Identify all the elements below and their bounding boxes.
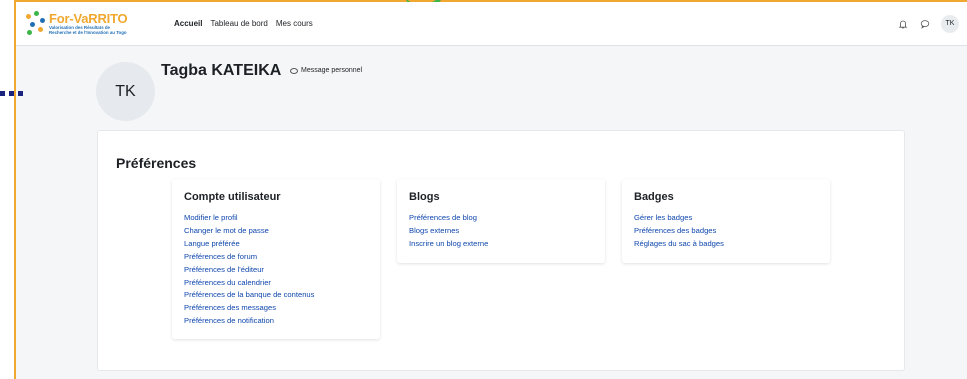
link-preferences-forum[interactable]: Préférences de forum <box>184 251 368 264</box>
logo-subtitle-2: Recherche et de l'Innovation au Togo <box>49 30 127 35</box>
section-heading: Compte utilisateur <box>184 191 281 203</box>
preferences-card: Préférences Compte utilisateur Modifier … <box>97 130 905 371</box>
user-avatar-menu[interactable]: TK <box>941 14 959 33</box>
link-preferences-calendrier[interactable]: Préférences du calendrier <box>184 277 368 290</box>
section-blogs: Blogs Préférences de blog Blogs externes… <box>397 179 605 263</box>
section-heading: Badges <box>634 191 674 203</box>
link-preferences-messages[interactable]: Préférences des messages <box>184 302 368 315</box>
profile-avatar: TK <box>96 62 155 121</box>
nav-link-mes-cours[interactable]: Mes cours <box>276 19 313 28</box>
logo-network-icon <box>24 10 46 38</box>
link-preferences-banque-contenus[interactable]: Préférences de la banque de contenus <box>184 289 368 302</box>
link-preferences-blog[interactable]: Préférences de blog <box>409 212 593 225</box>
chat-icon[interactable] <box>919 18 931 30</box>
link-inscrire-blog-externe[interactable]: Inscrire un blog externe <box>409 238 593 251</box>
nav-link-accueil[interactable]: Accueil <box>174 19 202 28</box>
section-heading: Blogs <box>409 191 440 203</box>
top-navbar: For-VaRRITO Valorisation des Résultats d… <box>16 2 967 46</box>
message-icon <box>290 67 298 74</box>
link-gerer-badges[interactable]: Gérer les badges <box>634 212 818 225</box>
page-title: Préférences <box>116 155 197 171</box>
nav-link-tableau-de-bord[interactable]: Tableau de bord <box>210 19 267 28</box>
link-preferences-notification[interactable]: Préférences de notification <box>184 315 368 328</box>
profile-name: Tagba KATEIKA <box>161 62 282 79</box>
link-reglages-sac-badges[interactable]: Réglages du sac à badges <box>634 238 818 251</box>
link-preferences-badges[interactable]: Préférences des badges <box>634 225 818 238</box>
message-button[interactable]: Message personnel <box>290 67 362 74</box>
link-blogs-externes[interactable]: Blogs externes <box>409 225 593 238</box>
section-badges: Badges Gérer les badges Préférences des … <box>622 179 830 263</box>
bell-icon[interactable] <box>897 18 909 30</box>
logo-title: For-VaRRITO <box>49 10 128 26</box>
message-label: Message personnel <box>301 67 363 74</box>
section-compte-utilisateur: Compte utilisateur Modifier le profil Ch… <box>172 179 380 339</box>
link-langue-preferee[interactable]: Langue préférée <box>184 238 368 251</box>
decorative-dots <box>0 91 23 96</box>
link-modifier-profil[interactable]: Modifier le profil <box>184 212 368 225</box>
site-logo[interactable]: For-VaRRITO Valorisation des Résultats d… <box>24 10 156 38</box>
link-preferences-editeur[interactable]: Préférences de l'éditeur <box>184 264 368 277</box>
link-changer-mot-de-passe[interactable]: Changer le mot de passe <box>184 225 368 238</box>
